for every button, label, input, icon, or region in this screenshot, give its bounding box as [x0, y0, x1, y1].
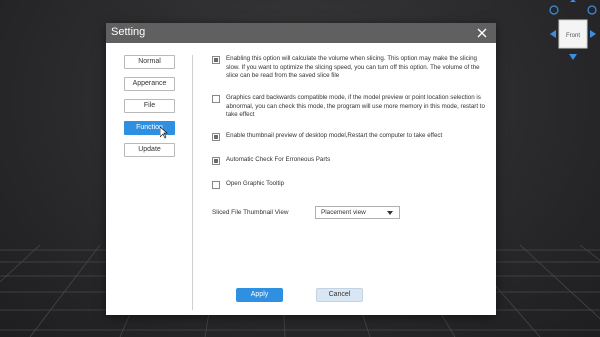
nav-update-button[interactable]: Update [124, 143, 175, 157]
mouse-cursor-icon [160, 127, 168, 139]
graphic-tooltip-label: Open Graphic Tooltip [226, 180, 285, 187]
calculate-volume-checkbox[interactable] [212, 56, 220, 64]
graphics-compat-checkbox[interactable] [212, 95, 220, 103]
thumbnail-view-label: Sliced File Thumbnail View [212, 209, 289, 216]
rotate-left-icon[interactable] [549, 5, 559, 15]
graphic-tooltip-checkbox[interactable] [212, 181, 220, 189]
pane-divider [192, 55, 193, 310]
viewcube-face-label: Front [566, 33, 580, 39]
close-icon [477, 28, 487, 38]
check-erroneous-checkbox[interactable] [212, 157, 220, 165]
check-erroneous-label: Automatic Check For Erroneous Parts [226, 156, 331, 163]
thumbnail-view-value: Placement view [321, 209, 366, 216]
settings-nav: Normal Apperance File Function Update [106, 43, 192, 315]
rotate-right-icon[interactable] [587, 5, 597, 15]
nav-appearance-button[interactable]: Apperance [124, 77, 175, 91]
calculate-volume-label: Enabling this option will calculate the … [226, 55, 480, 80]
viewcube-arrow-down-icon[interactable] [569, 54, 577, 60]
thumbnail-preview-checkbox[interactable] [212, 133, 220, 141]
graphics-compat-label: Graphics card backwards compatible mode,… [226, 94, 485, 119]
nav-normal-button[interactable]: Normal [124, 55, 175, 69]
nav-file-button[interactable]: File [124, 99, 175, 113]
dialog-titlebar[interactable]: Setting [106, 23, 496, 43]
cancel-button[interactable]: Cancel [316, 288, 363, 302]
thumbnail-view-select[interactable]: Placement view [315, 206, 400, 219]
viewcube-arrow-up-icon[interactable] [570, 0, 576, 2]
viewcube-arrow-left-icon[interactable] [550, 30, 556, 38]
dialog-title: Setting [111, 26, 146, 38]
dropdown-arrow-icon [387, 211, 393, 215]
viewcube-arrow-right-icon[interactable] [590, 30, 596, 38]
apply-button[interactable]: Apply [236, 288, 283, 302]
view-cube[interactable]: Front [546, 0, 600, 62]
close-button[interactable] [474, 25, 490, 41]
settings-dialog: Setting Normal Apperance File Function U… [106, 23, 496, 315]
thumbnail-preview-label: Enable thumbnail preview of desktop mode… [226, 132, 443, 139]
